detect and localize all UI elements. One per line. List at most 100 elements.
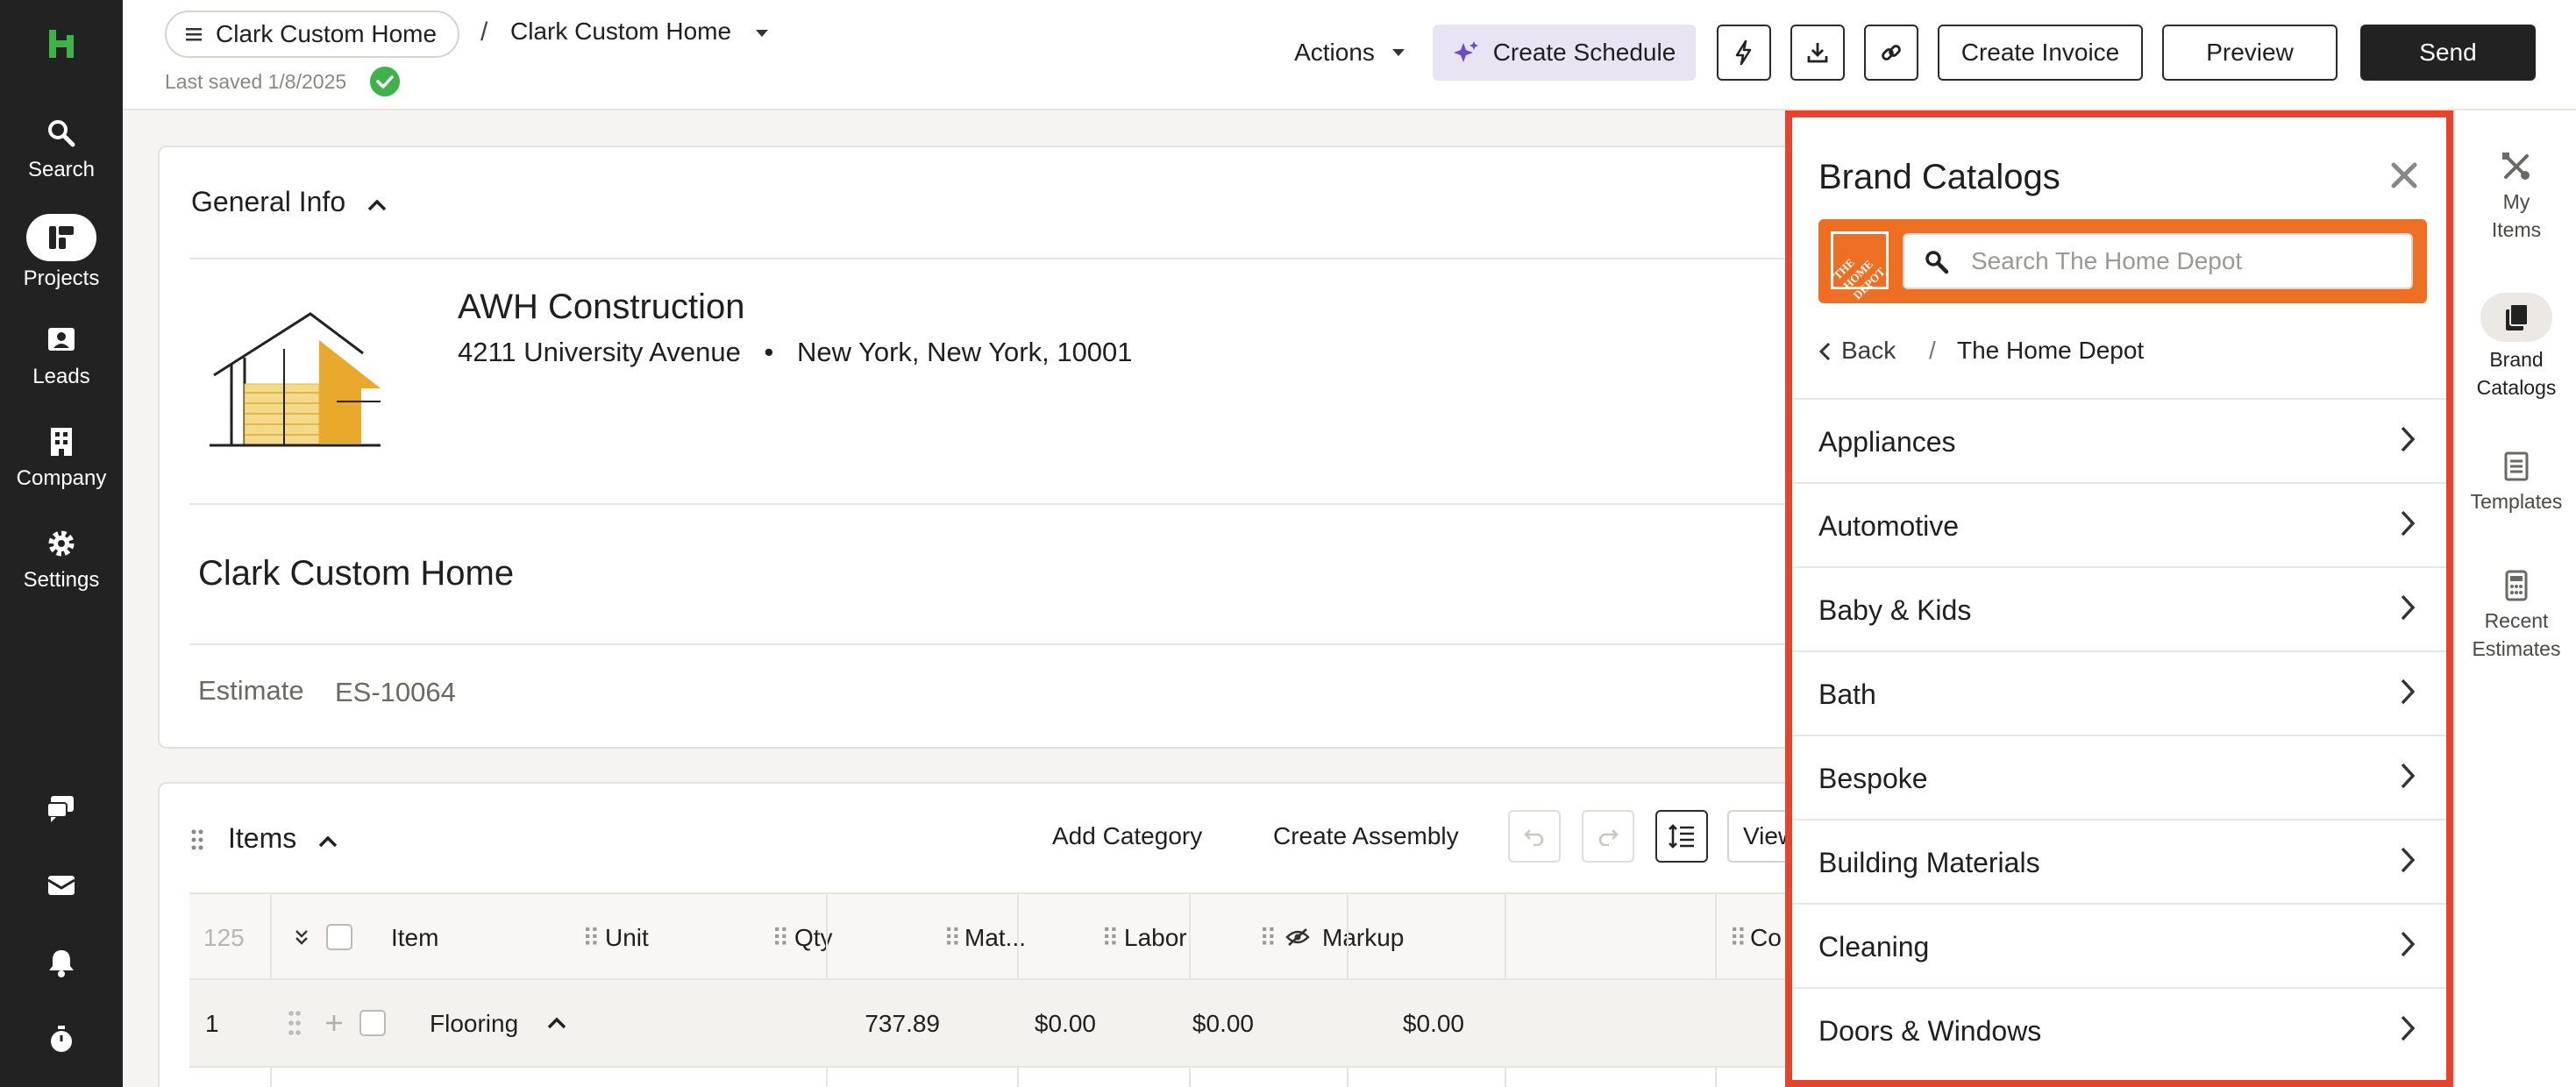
copy-link-button[interactable] [1864, 25, 1918, 81]
nav-item-settings[interactable]: Settings [0, 526, 123, 593]
chevron-up-icon [367, 199, 387, 211]
create-assembly-button[interactable]: Create Assembly [1273, 822, 1459, 850]
rail-item-recent-estimates[interactable]: Recent Estimates [2455, 568, 2576, 663]
category-label: Building Materials [1818, 847, 2040, 878]
list-item[interactable]: Doors & Windows [1792, 987, 2446, 1071]
list-item[interactable]: Appliances [1792, 398, 2446, 482]
preview-button[interactable]: Preview [2162, 25, 2338, 81]
nav-item-search[interactable]: Search [0, 116, 123, 182]
list-item[interactable]: Bespoke [1792, 735, 2446, 819]
nav-label-leads: Leads [32, 365, 90, 388]
add-category-button[interactable]: Add Category [1052, 822, 1202, 850]
eye-off-icon[interactable] [1285, 927, 1310, 947]
top-bar: Clark Custom Home / Clark Custom Home La… [123, 0, 2576, 110]
chevron-right-icon [2401, 763, 2416, 789]
row-labor[interactable]: $0.00 [1140, 1010, 1254, 1038]
table-row[interactable]: 1 Flooring 737.89 $0.00 $0.00 $0.00 [189, 980, 1825, 1068]
redo-button[interactable] [1582, 810, 1634, 863]
caret-down-icon[interactable] [754, 28, 770, 39]
breadcrumb-estimate[interactable]: Clark Custom Home [510, 18, 731, 46]
drag-handle-icon[interactable] [288, 1010, 302, 1036]
actions-button[interactable]: Actions [1263, 25, 1438, 81]
drag-handle-icon[interactable] [191, 829, 203, 850]
chat-icon[interactable] [44, 791, 79, 826]
collapse-all-icon[interactable] [293, 927, 310, 947]
chevron-up-icon [318, 835, 338, 848]
inbox-icon[interactable] [44, 868, 79, 903]
row-markup[interactable]: $0.00 [1350, 1010, 1464, 1038]
brand-search-input[interactable] [1971, 244, 2401, 279]
add-icon[interactable] [324, 1013, 344, 1033]
rail-item-my-items[interactable]: My Items [2455, 149, 2576, 244]
rail-item-brand-catalogs[interactable]: Brand Catalogs [2455, 293, 2576, 401]
rail-label: Catalogs [2476, 376, 2557, 399]
bell-icon[interactable] [44, 945, 79, 980]
row-index: 1 [205, 1010, 219, 1037]
column-grip-icon[interactable]: ⠿ [1259, 924, 1277, 953]
row-material[interactable]: $0.00 [982, 1010, 1096, 1038]
list-item[interactable]: Automotive [1792, 482, 2446, 566]
chevron-down-icon [1391, 49, 1405, 56]
row-item[interactable]: Flooring [430, 1010, 518, 1038]
select-all-checkbox[interactable] [326, 924, 352, 950]
estimate-number[interactable]: ES-10064 [335, 677, 456, 708]
nav-label-projects: Projects [23, 266, 100, 290]
my-items-icon [2502, 153, 2530, 180]
create-invoice-button[interactable]: Create Invoice [1938, 25, 2143, 81]
items-toggle[interactable]: Items [228, 822, 338, 855]
home-depot-logo: THE HOME DEPOT [1831, 231, 1889, 302]
column-cost[interactable]: Co [1750, 924, 1782, 952]
back-button[interactable]: Back [1818, 337, 1896, 365]
chevron-right-icon [2401, 847, 2416, 873]
sparkle-icon [1453, 41, 1478, 62]
general-info-card: General Info AWH Construction 4211 Unive… [158, 146, 1825, 749]
brand-search-field[interactable] [1903, 233, 2413, 289]
nav-item-leads[interactable]: Leads [0, 323, 123, 389]
general-info-toggle[interactable]: General Info [191, 186, 387, 218]
row-checkbox[interactable] [359, 1010, 386, 1036]
brand-catalogs-icon [2506, 303, 2529, 330]
chevron-right-icon [2401, 510, 2416, 536]
app-logo-icon[interactable] [46, 26, 77, 61]
breadcrumb-project[interactable]: Clark Custom Home [165, 11, 460, 58]
list-item[interactable]: Cleaning [1792, 903, 2446, 987]
column-grip-icon[interactable]: ⠿ [582, 924, 601, 953]
preview-label: Preview [2206, 39, 2294, 66]
items-heading: Items [228, 822, 297, 854]
breadcrumb-separator: / [480, 18, 488, 46]
list-item[interactable]: Bath [1792, 650, 2446, 735]
column-markup[interactable]: Markup [1322, 924, 1404, 952]
nav-item-projects[interactable]: Projects [0, 214, 123, 291]
panel-title: Brand Catalogs [1818, 158, 2060, 196]
search-icon [1925, 251, 1949, 274]
divider [189, 503, 1825, 505]
column-item[interactable]: Item [391, 924, 438, 952]
nav-label-search: Search [27, 158, 96, 181]
redo-icon [1598, 829, 1619, 846]
timer-icon[interactable] [44, 1022, 79, 1057]
company-icon [51, 428, 72, 456]
close-icon[interactable] [2388, 160, 2420, 191]
nav-item-company[interactable]: Company [0, 424, 123, 491]
row-qty[interactable]: 737.89 [826, 1010, 940, 1038]
send-button[interactable]: Send [2360, 25, 2536, 81]
column-grip-icon[interactable]: ⠿ [1729, 924, 1747, 953]
column-grip-icon[interactable]: ⠿ [772, 924, 790, 953]
row-height-button[interactable] [1655, 810, 1708, 863]
create-schedule-button[interactable]: Create Schedule [1433, 25, 1696, 81]
undo-button[interactable] [1508, 810, 1561, 863]
quick-action-button[interactable] [1717, 25, 1771, 81]
breadcrumb-project-label: Clark Custom Home [216, 20, 438, 47]
rail-item-templates[interactable]: Templates [2455, 449, 2576, 515]
line-spacing-icon [1669, 824, 1694, 849]
column-grip-icon[interactable]: ⠿ [943, 924, 962, 953]
column-grip-icon[interactable]: ⠿ [1101, 924, 1120, 953]
project-title[interactable]: Clark Custom Home [198, 554, 514, 593]
column-labor[interactable]: Labor [1124, 924, 1187, 952]
list-item[interactable]: Building Materials [1792, 819, 2446, 903]
download-button[interactable] [1790, 25, 1845, 81]
chevron-up-icon[interactable] [547, 1017, 566, 1029]
list-item[interactable]: Baby & Kids [1792, 566, 2446, 650]
column-unit[interactable]: Unit [605, 924, 649, 952]
items-card: Items Add Category Create Assembly View … [158, 782, 1825, 1087]
